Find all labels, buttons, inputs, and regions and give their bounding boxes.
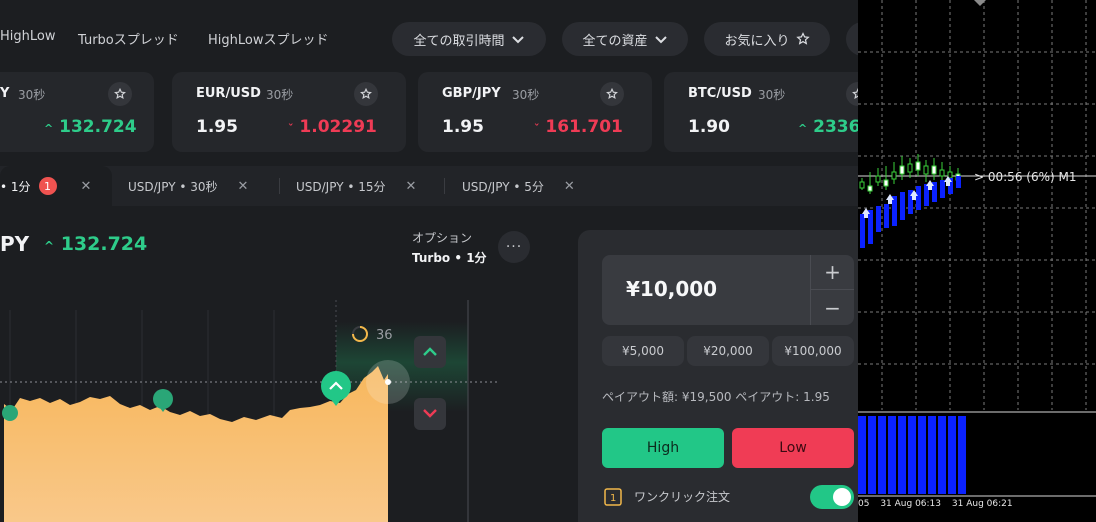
amount-value: ¥10,000 (626, 277, 718, 301)
asset-payout: 1.95 (196, 117, 238, 137)
tab-divider (279, 178, 280, 194)
asset-price: ˇ 1.02291 (288, 117, 377, 137)
filter-assets-label: 全ての資産 (582, 33, 648, 49)
asset-price: ˇ 161.701 (534, 117, 623, 137)
star-icon (114, 88, 126, 100)
tab-label: USD/JPY • 30秒 (128, 179, 218, 194)
price-chart: 36 (0, 300, 500, 522)
asset-payout: 1.90 (688, 117, 730, 137)
preset-amount-button[interactable]: ¥100,000 (772, 336, 854, 366)
mt4-time-label: 31 Aug 06:21 (951, 499, 1013, 509)
tab-label: USD/JPY • 15分 (296, 179, 386, 194)
chevron-down-icon (511, 36, 524, 44)
trend-down-icon: ˇ (534, 122, 540, 135)
star-icon (795, 32, 810, 45)
preset-amount-button[interactable]: ¥5,000 (602, 336, 684, 366)
asset-symbol: Y (0, 86, 10, 101)
tab-label: USD/JPY • 5分 (462, 179, 544, 194)
decrease-amount-button[interactable]: − (810, 290, 854, 325)
asset-card[interactable]: BTC/USD 30秒 1.90 ^ 2336 (664, 72, 858, 152)
star-icon (360, 88, 372, 100)
trade-panel: ¥10,000 + − ¥5,000 ¥20,000 ¥100,000 ペイアウ… (578, 230, 858, 522)
tab-usdjpy-5m[interactable]: USD/JPY • 5分 ✕ (462, 166, 575, 206)
asset-duration: 30秒 (18, 88, 46, 102)
asset-price: ^ 2336 (798, 117, 858, 137)
close-icon[interactable]: ✕ (81, 179, 92, 194)
price-dot (385, 379, 391, 385)
trading-app: HighLow Turboスプレッド HighLowスプレッド 全ての取引時間 … (0, 0, 858, 522)
favorite-toggle[interactable] (354, 82, 378, 106)
close-icon[interactable]: ✕ (564, 179, 575, 194)
amount-field[interactable]: ¥10,000 + − (602, 255, 854, 325)
call-button[interactable] (414, 336, 446, 368)
mt4-time-label: 31 Aug 06:13 (880, 499, 942, 509)
tab-usdjpy-1m[interactable]: • 1分 1 ✕ (0, 166, 112, 206)
option-label: オプション (412, 231, 473, 245)
filter-more[interactable] (846, 22, 858, 56)
tab-usdjpy-15m[interactable]: USD/JPY • 15分 ✕ (296, 166, 416, 206)
asset-symbol: EUR/USD (196, 86, 261, 101)
favorite-toggle[interactable] (600, 82, 624, 106)
chevron-down-icon (654, 36, 667, 44)
trade-pin-small (2, 405, 18, 421)
high-button[interactable]: High (602, 428, 724, 468)
mt4-chart (858, 0, 1096, 497)
mt4-time-label: 05 (858, 499, 870, 509)
chart-symbol: PY (0, 232, 30, 256)
nav-link-highlow-spread[interactable]: HighLowスプレッド (208, 29, 328, 48)
close-icon[interactable]: ✕ (406, 179, 417, 194)
trend-up-icon: ^ (44, 239, 55, 253)
favorite-toggle[interactable] (108, 82, 132, 106)
filter-favorites[interactable]: お気に入り (704, 22, 830, 56)
filter-trading-time[interactable]: 全ての取引時間 (392, 22, 546, 56)
asset-symbol: GBP/JPY (442, 86, 501, 101)
one-click-label: ワンクリック注文 (634, 490, 731, 504)
filter-trading-time-label: 全ての取引時間 (413, 33, 505, 49)
one-click-toggle[interactable] (810, 485, 854, 509)
asset-symbol: BTC/USD (688, 86, 752, 101)
nav-link-highlow[interactable]: HighLow (0, 29, 55, 44)
preset-amount-button[interactable]: ¥20,000 (687, 336, 769, 366)
tab-badge: 1 (38, 177, 57, 195)
low-button[interactable]: Low (732, 428, 854, 468)
option-value: Turbo • 1分 (412, 251, 487, 265)
more-icon[interactable]: ··· (498, 231, 530, 263)
trend-up-icon: ^ (798, 122, 808, 135)
mt4-chart-window: > 00:56 (6%) M1 05 31 Aug 06:13 31 Aug 0… (858, 0, 1096, 522)
favorite-toggle[interactable] (846, 82, 858, 106)
tab-usdjpy-30s[interactable]: USD/JPY • 30秒 ✕ (128, 166, 248, 206)
toggle-knob (833, 488, 851, 506)
mt4-signal-bars (860, 176, 961, 248)
mt4-timer-label: > 00:56 (6%) M1 (974, 170, 1077, 184)
asset-duration: 30秒 (512, 88, 540, 102)
chart-tabs: • 1分 1 ✕ USD/JPY • 30秒 ✕ USD/JPY • 15分 ✕… (0, 166, 858, 206)
asset-card[interactable]: GBP/JPY 30秒 1.95 ˇ 161.701 (418, 72, 652, 152)
increase-amount-button[interactable]: + (810, 255, 854, 290)
asset-duration: 30秒 (266, 88, 294, 102)
nav-link-turbo-spread[interactable]: Turboスプレッド (78, 29, 179, 48)
asset-payout: 1.95 (442, 117, 484, 137)
mt4-time-axis: 05 31 Aug 06:13 31 Aug 06:21 (858, 499, 1013, 509)
tab-divider (444, 178, 445, 194)
put-button[interactable] (414, 398, 446, 430)
chart-price: ^ 132.724 (44, 233, 148, 255)
tab-label: • 1分 (0, 179, 31, 194)
filter-assets[interactable]: 全ての資産 (562, 22, 688, 56)
close-icon[interactable]: ✕ (238, 179, 249, 194)
trend-up-icon: ^ (44, 122, 54, 135)
star-icon (606, 88, 618, 100)
filter-favorites-label: お気に入り (724, 33, 790, 49)
asset-card[interactable]: EUR/USD 30秒 1.95 ˇ 1.02291 (172, 72, 406, 152)
countdown-value: 36 (376, 328, 393, 343)
mt4-volume-bars (858, 416, 966, 494)
asset-price: ^ 132.724 (44, 117, 137, 137)
one-click-icon: 1 (604, 488, 622, 506)
svg-text:1: 1 (610, 493, 616, 504)
asset-card[interactable]: Y 30秒 ^ 132.724 (0, 72, 154, 152)
trend-down-icon: ˇ (288, 122, 294, 135)
payout-info: ペイアウト額: ¥19,500 ペイアウト: 1.95 (602, 390, 830, 404)
asset-duration: 30秒 (758, 88, 786, 102)
top-nav: HighLow Turboスプレッド HighLowスプレッド 全ての取引時間 … (0, 0, 858, 72)
